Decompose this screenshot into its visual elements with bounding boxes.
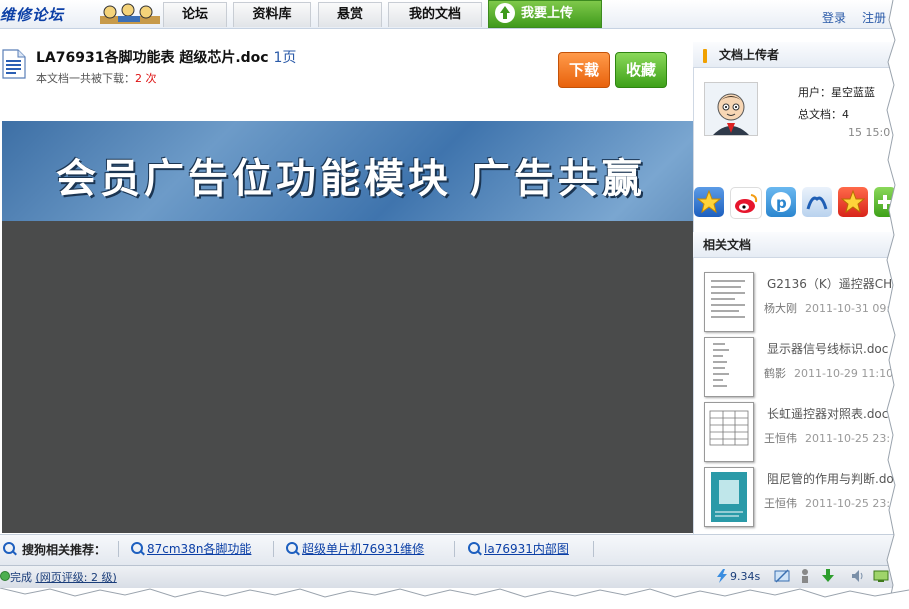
uploader-heading-text: 文档上传者 [719,48,780,62]
page-rating-link[interactable]: (网页评级: 2 级) [36,571,117,584]
download-arrow-icon[interactable] [820,568,836,584]
document-title: LA76931各脚功能表 超级芯片.doc 1页 [36,47,296,67]
divider [454,541,455,557]
heading-marker-icon [703,48,707,63]
login-link[interactable]: 登录 [822,9,846,26]
document-title-text: LA76931各脚功能表 超级芯片.doc [36,50,269,66]
qzone-star-icon[interactable] [838,187,868,217]
favorite-star-icon[interactable] [694,187,724,217]
related-author[interactable]: 杨大刚 [764,302,797,315]
related-meta: 鹤影 2011-10-29 11:10 [764,365,893,381]
volume-icon[interactable] [850,568,866,584]
svg-text:p: p [776,194,787,212]
related-thumbnail[interactable] [704,272,754,332]
torn-edge-right [885,0,909,609]
torn-edge-bottom [0,588,909,609]
related-title[interactable]: 显示器信号线标识.doc [767,340,888,357]
divider [593,541,594,557]
recommend-link[interactable]: la76931内部图 [484,540,569,557]
download-button[interactable]: 下载 [558,52,610,88]
lightning-icon [717,569,727,583]
related-thumbnail[interactable] [704,467,754,527]
related-meta: 杨大刚 2011-10-31 09:1 [764,300,896,316]
related-title[interactable]: 长虹遥控器对照表.doc [767,405,888,422]
uploader-time: 15 15:0 [848,126,891,139]
related-author[interactable]: 鹤影 [764,367,786,380]
search-icon [3,542,15,554]
related-author[interactable]: 王恒伟 [764,497,797,510]
download-count-label: 本文档一共被下载： [36,72,135,85]
tab-upload[interactable]: 我要上传 [488,0,602,28]
logo-cartoon-icon [100,3,160,24]
tab-forum[interactable]: 论坛 [163,2,227,27]
related-date: 2011-10-29 11:10 [794,367,894,380]
related-thumbnail[interactable] [704,337,754,397]
related-date: 2011-10-25 23: [805,497,891,510]
divider [118,541,119,557]
word-document-icon [2,49,26,79]
ad-banner-text: 会员广告位功能模块 广告共赢 [56,156,646,202]
related-docs-heading: 相关文档 [693,232,896,258]
related-title[interactable]: 阻尼管的作用与判断.do [767,470,894,487]
recommend-label: 搜狗相关推荐： [22,543,107,557]
related-author[interactable]: 王恒伟 [764,432,797,445]
status-done: 完成 [10,571,32,584]
load-time: 9.34s [730,570,761,583]
divider [273,541,274,557]
search-icon [286,542,298,554]
recommend-link[interactable]: 超级单片机76931维修 [302,540,424,557]
recommend-link[interactable]: 87cm38n各脚功能 [147,540,251,557]
search-icon [131,542,143,554]
related-meta: 王恒伟 2011-10-25 23: [764,430,890,446]
page-count: 1页 [273,50,297,66]
site-logo[interactable]: 维修论坛 [0,2,160,26]
related-date: 2011-10-31 09:1 [805,302,896,315]
page-loaded-icon [0,571,10,581]
related-meta: 王恒伟 2011-10-25 23: [764,495,890,511]
tab-my-docs[interactable]: 我的文档 [388,2,482,27]
browser-viewport: 维修论坛 论坛 资料库 悬赏 我的文档 我要上传 登录 注册 LA76931各脚… [0,0,896,596]
tab-library[interactable]: 资料库 [233,2,311,27]
upload-label: 我要上传 [521,6,574,21]
download-count-value: 2 次 [135,72,157,85]
uploader-doc-count: 总文档：4 [798,108,849,121]
status-bar [0,565,896,588]
tab-bounty[interactable]: 悬赏 [318,2,382,27]
register-link[interactable]: 注册 [862,9,886,26]
search-icon [468,542,480,554]
related-thumbnail[interactable] [704,402,754,462]
uploader-username[interactable]: 用户：星空蓝蓝 [798,84,875,100]
related-title[interactable]: G2136（K）遥控器CH [767,275,892,292]
renren-icon[interactable] [802,187,832,217]
status-text: 完成 (网页评级: 2 级) [10,569,117,585]
uploader-heading: 文档上传者 [693,42,896,68]
related-date: 2011-10-25 23: [805,432,891,445]
privacy-icon[interactable] [797,568,813,584]
image-toggle-icon[interactable] [774,568,790,584]
download-count: 本文档一共被下载：2 次 [36,70,157,86]
favorite-button[interactable]: 收藏 [615,52,667,88]
avatar[interactable] [704,82,758,136]
user-cartoon-icon [705,83,757,135]
logo-text: 维修论坛 [0,6,65,24]
upload-arrow-icon [495,2,515,23]
weibo-icon[interactable] [730,187,762,219]
pinterest-icon[interactable]: p [766,187,796,217]
